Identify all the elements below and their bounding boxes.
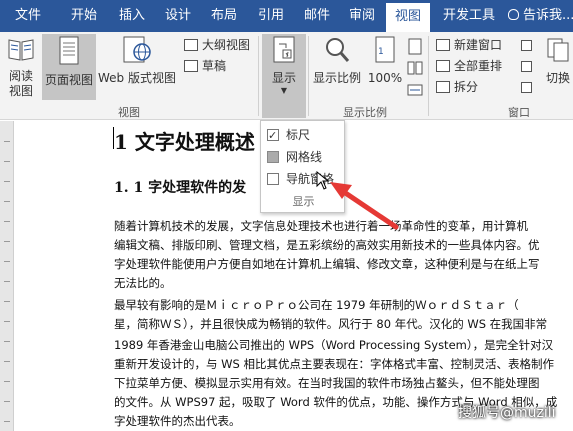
word-window: 文件 开始 插入 设计 布局 引用 邮件 审阅 视图 开发工具 告诉我... 阅… <box>0 0 573 431</box>
ruler-checkbox-item[interactable]: 标尺 <box>267 125 311 146</box>
new-window-button[interactable]: 新建窗口 <box>436 36 502 54</box>
magnifier-icon <box>326 38 350 62</box>
ribbon: 阅读 视图 页面视图 Web 版式视图 大纲视图 草稿 视图 显示 ▼ 显示比例… <box>0 32 573 120</box>
read-mode-label-2: 视图 <box>8 84 33 98</box>
ruler-label: 标尺 <box>286 128 311 142</box>
arrange-all-icon <box>436 60 450 72</box>
print-layout-label: 页面视图 <box>44 73 93 87</box>
zoom-group-label: 显示比例 <box>343 106 387 119</box>
switch-window-icon <box>547 38 569 62</box>
one-page-icon <box>408 38 422 55</box>
tell-me-text: 告诉我... <box>523 8 573 23</box>
watermark-text: 搜狐号@muzili <box>458 405 556 421</box>
paragraph-line: 随着计算机技术的发展，文字信息处理技术也进行着一场革命性的变革，用计算机 <box>114 219 528 233</box>
views-group-label: 视图 <box>118 106 140 119</box>
dropdown-group-label: 显示 <box>292 195 315 208</box>
side-by-side-icon <box>521 40 532 51</box>
web-layout-button[interactable]: Web 版式视图 <box>97 36 177 100</box>
tab-file[interactable]: 文件 <box>13 0 43 32</box>
show-label: 显示 <box>271 71 296 85</box>
reset-position-icon <box>521 82 532 93</box>
paragraph-line: 最早较有影响的是ＭｉｃｒｏＰｒｏ公司在 1979 年研制的ＷｏｒｄＳｔａｒ（ <box>114 298 519 312</box>
paragraph-line: 字处理软件能使用户方便自如地在计算机上编辑、修改文章，这种便利是与在纸上写 <box>114 257 540 271</box>
gridlines-label: 网格线 <box>286 150 323 164</box>
outline-label: 大纲视图 <box>202 38 251 52</box>
paragraph-line: 字处理软件的杰出代表。 <box>114 414 241 428</box>
sync-scroll-button[interactable] <box>521 57 533 72</box>
arrange-all-button[interactable]: 全部重排 <box>436 57 502 75</box>
tab-view[interactable]: 视图 <box>386 3 431 32</box>
multiple-pages-icon <box>407 61 423 75</box>
split-button[interactable]: 拆分 <box>436 78 478 96</box>
outline-button[interactable]: 大纲视图 <box>184 36 250 54</box>
show-icon <box>273 36 295 63</box>
tab-references[interactable]: 引用 <box>256 0 286 32</box>
group-separator <box>308 36 309 116</box>
split-label: 拆分 <box>454 80 479 94</box>
new-window-label: 新建窗口 <box>454 38 503 52</box>
draft-label: 草稿 <box>202 59 227 73</box>
switch-window-button[interactable]: 切换 <box>543 36 573 100</box>
heading-1: 1 文字处理概述 <box>114 130 255 154</box>
tab-review[interactable]: 审阅 <box>347 0 377 32</box>
group-separator <box>258 36 259 116</box>
tab-design[interactable]: 设计 <box>163 0 193 32</box>
checkbox-icon <box>267 173 279 185</box>
print-layout-button[interactable]: 页面视图 <box>42 34 96 100</box>
tab-insert[interactable]: 插入 <box>117 0 147 32</box>
page-icon <box>59 36 79 65</box>
window-group-label: 窗口 <box>508 106 530 119</box>
paragraph-line: 下拉菜单方便、模拟显示实用有效。在当时我国的软件市场独占鳌头，但不能处理图 <box>114 376 540 390</box>
zoom-button[interactable]: 显示比例 <box>310 36 364 100</box>
new-window-icon <box>436 39 450 51</box>
paragraph-line: 无法比的。 <box>114 276 172 290</box>
chevron-down-icon: ▼ <box>280 86 288 95</box>
checkbox-checked-icon <box>267 126 279 146</box>
multiple-pages-button[interactable] <box>405 60 425 80</box>
book-icon <box>8 39 34 61</box>
tab-layout[interactable]: 布局 <box>209 0 239 32</box>
menu-bar: 文件 开始 插入 设计 布局 引用 邮件 审阅 视图 开发工具 告诉我... <box>0 0 573 32</box>
sync-scroll-icon <box>521 61 532 72</box>
zoom-label: 显示比例 <box>312 71 361 85</box>
gridlines-checkbox-item[interactable]: 网格线 <box>267 147 322 167</box>
arrange-all-label: 全部重排 <box>454 59 503 73</box>
svg-text:1: 1 <box>378 47 384 57</box>
vertical-ruler <box>0 121 14 431</box>
web-page-icon <box>123 36 151 63</box>
tab-developer[interactable]: 开发工具 <box>441 0 497 32</box>
outline-icon <box>184 39 198 51</box>
mouse-pointer-icon <box>316 171 330 190</box>
tab-mailings[interactable]: 邮件 <box>302 0 332 32</box>
paragraph-line: 1989 年香港金山电脑公司推出的 WPS（Word Processing Sy… <box>114 338 554 352</box>
side-by-side-button[interactable] <box>521 36 533 51</box>
zoom-100-button[interactable]: 1 100% <box>366 36 404 100</box>
paragraph-line: 重新开发设计的，与 WS 相比其优点主要表现在：字体格式丰富、控制灵活、表格制作 <box>114 357 554 371</box>
page-100-icon: 1 <box>375 36 395 63</box>
draft-button[interactable]: 草稿 <box>184 57 226 75</box>
web-layout-label: Web 版式视图 <box>98 71 176 85</box>
heading-2: 1. 1 字处理软件的发 <box>114 180 247 196</box>
read-mode-label-1: 阅读 <box>8 69 33 83</box>
draft-icon <box>184 60 198 72</box>
paragraph-line: 编辑文稿、排版印刷、管理文档，是五彩缤纷的高效实用新技术的一些具体内容。优 <box>114 238 540 252</box>
group-separator <box>428 36 429 116</box>
switch-window-label: 切换 <box>545 71 570 85</box>
one-page-button[interactable] <box>405 38 425 58</box>
show-button[interactable]: 显示 ▼ <box>262 34 306 118</box>
split-icon <box>436 81 450 93</box>
reset-position-button[interactable] <box>521 78 533 93</box>
checkbox-icon <box>267 151 279 163</box>
tab-home[interactable]: 开始 <box>69 0 99 32</box>
tell-me-box[interactable]: 告诉我... <box>508 0 573 32</box>
show-dropdown: 标尺 网格线 导航窗格 显示 <box>260 120 345 213</box>
zoom-100-label: 100% <box>367 71 403 85</box>
paragraph-line: 星，简称ＷＳ），并且很快成为畅销的软件。风行于 80 年代。汉化的 WS 在我国… <box>114 317 548 331</box>
read-mode-button[interactable]: 阅读 视图 <box>3 36 39 100</box>
page-width-button[interactable] <box>405 82 425 100</box>
page-width-icon <box>407 84 423 96</box>
lightbulb-icon <box>508 9 519 20</box>
